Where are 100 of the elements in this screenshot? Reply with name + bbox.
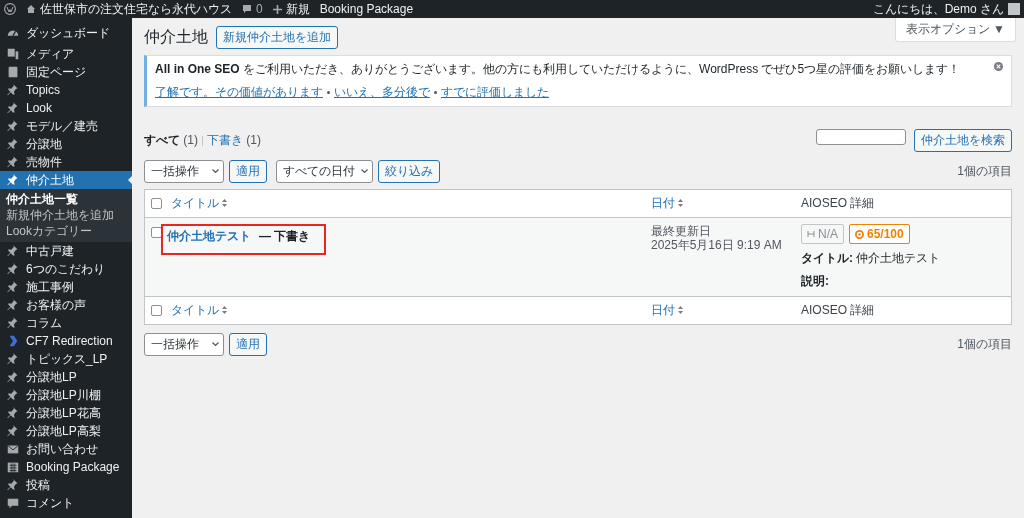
sidebar-item[interactable]: 投稿 — [0, 476, 132, 494]
sidebar-item[interactable]: 6つのこだわり — [0, 260, 132, 278]
pin-icon — [6, 316, 20, 330]
screen-options-button[interactable]: 表示オプション ▼ — [894, 18, 1016, 42]
greeting-text[interactable]: こんにちは、Demo さん — [872, 0, 1004, 18]
bulk-action-dropdown[interactable]: 一括操作 — [144, 333, 224, 356]
media-icon — [6, 47, 20, 61]
pin-icon — [6, 280, 20, 294]
sidebar-item[interactable]: 施工事例 — [0, 278, 132, 296]
seo-title-text: タイトル: 仲介土地テスト — [801, 250, 942, 267]
pin-icon — [6, 137, 20, 151]
separator-dot-icon — [327, 91, 330, 94]
search-field[interactable] — [816, 129, 906, 145]
submenu-item[interactable]: 仲介土地一覧 — [0, 191, 132, 207]
plugin-link[interactable]: Booking Package — [319, 2, 414, 16]
comment-count[interactable]: 0 — [256, 2, 263, 16]
sidebar-item[interactable]: コラム — [0, 314, 132, 332]
sidebar-item[interactable]: メディア — [0, 45, 132, 63]
sidebar-item[interactable]: 仲介土地 — [0, 171, 132, 189]
notice-link[interactable]: すでに評価しました — [441, 84, 549, 101]
filter-button[interactable]: 絞り込み — [378, 160, 440, 183]
pin-icon — [6, 388, 20, 402]
chevron-down-icon — [361, 169, 368, 174]
sidebar-item[interactable]: 分譲地 — [0, 135, 132, 153]
notice-message: All in One SEO をご利用いただき、ありがとうございます。他の方にも利用していただけるように、WordPress でぜひ5つ星の評価をお願いします！ — [155, 61, 961, 78]
pin-icon — [6, 424, 20, 438]
sort-icon — [678, 199, 684, 207]
submenu-item[interactable]: 新規仲介土地を追加 — [0, 207, 132, 223]
sidebar-item[interactable]: ダッシュボード — [0, 24, 132, 42]
bulk-action-dropdown[interactable]: 一括操作 — [144, 160, 224, 183]
link-icon — [807, 230, 815, 238]
pin-icon — [6, 173, 20, 187]
sidebar-item[interactable]: Booking Package — [0, 458, 132, 476]
checkbox[interactable] — [151, 305, 162, 316]
sidebar-item[interactable]: Topics — [0, 81, 132, 99]
sidebar-item[interactable]: 分譲地LP花高 — [0, 404, 132, 422]
sidebar-item[interactable]: CF7 Redirection — [0, 332, 132, 350]
column-header: AIOSEO 詳細 — [801, 196, 875, 210]
column-header[interactable]: タイトル — [171, 196, 219, 210]
sidebar-item[interactable]: コメント — [0, 494, 132, 512]
sidebar-item[interactable]: 売物件 — [0, 153, 132, 171]
sidebar-item[interactable]: 中古戸建 — [0, 242, 132, 260]
sidebar-item[interactable]: 分譲地LP — [0, 368, 132, 386]
filter-link[interactable]: すべて (1) — [144, 132, 198, 149]
search-button[interactable]: 仲介土地を検索 — [914, 129, 1012, 152]
pin-icon — [6, 119, 20, 133]
envelope-icon — [6, 442, 20, 456]
calendar-icon — [6, 460, 20, 474]
sort-icon — [678, 306, 684, 314]
score-icon — [855, 229, 864, 239]
sidebar-item[interactable]: 分譲地LP高梨 — [0, 422, 132, 440]
speech-bubble-icon — [6, 496, 20, 510]
pin-icon — [6, 83, 20, 97]
pin-icon — [6, 244, 20, 258]
add-new-button[interactable]: 新規仲介土地を追加 — [216, 26, 338, 49]
home-icon — [26, 4, 36, 14]
column-header[interactable]: 日付 — [651, 303, 675, 317]
pin-icon — [6, 262, 20, 276]
items-count: 1個の項目 — [957, 336, 1012, 353]
sidebar-item[interactable]: トピックス_LP — [0, 350, 132, 368]
apply-button[interactable]: 適用 — [229, 333, 267, 356]
chevron-down-icon — [212, 342, 219, 347]
pin-icon — [6, 101, 20, 115]
column-header[interactable]: 日付 — [651, 196, 675, 210]
notice-link[interactable]: 了解です。その価値があります — [155, 84, 323, 101]
pin-icon — [6, 478, 20, 492]
checkbox[interactable] — [151, 198, 162, 209]
filter-link[interactable]: 下書き (1) — [207, 132, 262, 149]
apply-button[interactable]: 適用 — [229, 160, 267, 183]
page-title: 仲介土地 — [144, 27, 208, 47]
column-header: AIOSEO 詳細 — [801, 303, 875, 317]
wordpress-logo-icon[interactable] — [4, 3, 16, 15]
new-menu-link[interactable]: 新規 — [285, 0, 310, 18]
submenu-item[interactable]: Lookカテゴリー — [0, 223, 132, 239]
separator-dot-icon — [434, 91, 437, 94]
seo-description-label: 説明: — [801, 273, 830, 290]
pin-icon — [6, 406, 20, 420]
sidebar-item[interactable]: 分譲地LP川棚 — [0, 386, 132, 404]
sort-icon — [222, 199, 228, 207]
pin-icon — [6, 298, 20, 312]
checkbox[interactable] — [151, 227, 162, 238]
pin-icon — [6, 370, 20, 384]
sidebar-item[interactable]: Look — [0, 99, 132, 117]
column-header[interactable]: タイトル — [171, 303, 219, 317]
dismiss-icon[interactable] — [994, 62, 1003, 71]
sidebar-item[interactable]: 固定ページ — [0, 63, 132, 81]
date-value: 2025年5月16日 9:19 AM — [651, 238, 783, 252]
site-name-link[interactable]: 佐世保市の注文住宅なら永代ハウス — [40, 0, 232, 18]
notice-link[interactable]: いいえ、多分後で — [334, 84, 430, 101]
pin-icon — [6, 155, 20, 169]
sidebar-item[interactable]: お客様の声 — [0, 296, 132, 314]
post-title-link[interactable]: 仲介土地テスト — [167, 228, 251, 245]
page-icon — [6, 65, 20, 79]
date-dropdown[interactable]: すべての日付 — [276, 160, 373, 183]
sort-icon — [222, 306, 228, 314]
items-count: 1個の項目 — [957, 163, 1012, 180]
plus-icon — [272, 4, 282, 14]
sidebar-item[interactable]: モデル／建売 — [0, 117, 132, 135]
sidebar-item[interactable]: お問い合わせ — [0, 440, 132, 458]
pin-icon — [6, 352, 20, 366]
